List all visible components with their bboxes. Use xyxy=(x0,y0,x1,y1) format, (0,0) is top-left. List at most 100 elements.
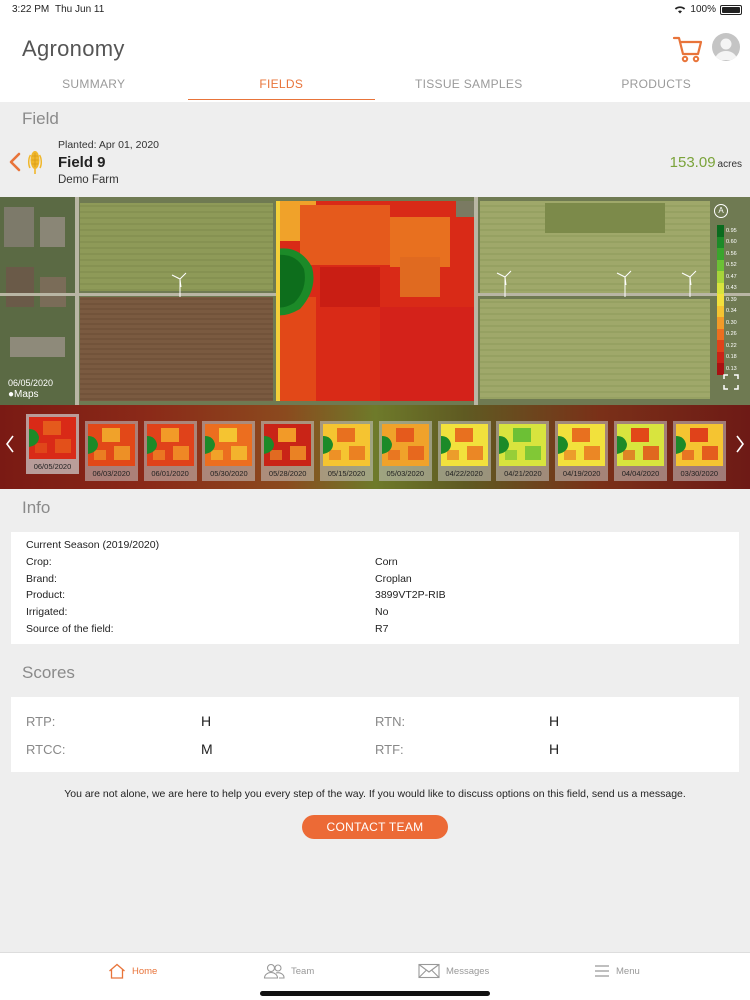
nav-label: Messages xyxy=(446,965,490,977)
season-row: Current Season (2019/2020) xyxy=(26,539,724,556)
imagery-thumbnail[interactable]: 05/03/2020 xyxy=(378,421,432,481)
imagery-thumbnail[interactable]: 06/01/2020 xyxy=(143,421,197,481)
thumbnail-date: 05/15/2020 xyxy=(327,469,366,478)
nav-home[interactable]: Home xyxy=(108,963,157,979)
imagery-thumbnail[interactable]: 04/21/2020 xyxy=(496,421,550,481)
thumbnail-image xyxy=(146,424,194,466)
legend-swatch xyxy=(717,236,724,248)
imagery-thumbnail[interactable]: 04/19/2020 xyxy=(555,421,609,481)
info-label: Irrigated: xyxy=(26,606,68,619)
thumbnail-date: 04/19/2020 xyxy=(562,469,601,478)
score-value: H xyxy=(549,713,560,729)
imagery-thumbnail[interactable]: 05/15/2020 xyxy=(320,421,373,481)
legend-swatch xyxy=(717,271,724,283)
tab-products[interactable]: PRODUCTS xyxy=(563,68,750,102)
legend-value: 0.52 xyxy=(726,262,737,269)
info-label: Product: xyxy=(26,589,66,602)
legend-row: 0.26 xyxy=(717,328,743,340)
score-label: RTP: xyxy=(26,714,56,729)
cart-icon[interactable] xyxy=(672,32,704,64)
thumbnail-date: 04/04/2020 xyxy=(621,469,660,478)
scores-section-title: Scores xyxy=(22,663,75,682)
thumbnail-date: 05/03/2020 xyxy=(386,469,425,478)
info-row: Crop: Corn xyxy=(26,556,724,573)
nav-team[interactable]: Team xyxy=(263,963,314,979)
status-time: 3:22 PM xyxy=(12,4,50,15)
legend-badge[interactable]: A xyxy=(714,204,728,218)
nav-label: Menu xyxy=(616,965,640,977)
planted-date: Planted: Apr 01, 2020 xyxy=(58,139,159,151)
imagery-thumbnail[interactable]: 06/05/2020 xyxy=(26,414,79,474)
legend-row: 0.60 xyxy=(717,236,743,248)
info-label: Brand: xyxy=(26,572,57,585)
info-value: 3899VT2P-RIB xyxy=(375,589,446,602)
thumbnail-image xyxy=(205,424,253,466)
tab-tissue-samples[interactable]: TISSUE SAMPLES xyxy=(375,68,563,102)
info-section-title: Info xyxy=(22,498,51,517)
thumbnail-image xyxy=(499,424,547,466)
back-chevron-icon[interactable] xyxy=(8,152,22,172)
legend-row: 0.47 xyxy=(717,271,743,283)
legend-swatch xyxy=(717,351,724,363)
thumbnail-date: 06/01/2020 xyxy=(151,469,189,478)
info-label: Source of the field: xyxy=(26,622,114,635)
imagery-thumbnail[interactable]: 06/03/2020 xyxy=(84,421,138,481)
tab-fields[interactable]: FIELDS xyxy=(187,68,376,102)
legend-value: 0.18 xyxy=(726,354,737,361)
legend-row: 0.30 xyxy=(717,317,743,329)
home-indicator xyxy=(260,991,490,996)
legend-value: 0.95 xyxy=(726,227,737,234)
legend-row: 0.56 xyxy=(717,248,743,260)
thumbnail-image xyxy=(440,424,488,466)
strip-prev-icon[interactable] xyxy=(4,433,16,455)
info-value: No xyxy=(375,606,389,619)
legend-row: 0.39 xyxy=(717,294,743,306)
nav-messages[interactable]: Messages xyxy=(418,963,489,979)
thumbnail-date: 05/30/2020 xyxy=(210,469,248,478)
app-title: Agronomy xyxy=(22,36,125,61)
imagery-thumbnail[interactable]: 04/04/2020 xyxy=(614,421,667,481)
nav-label: Team xyxy=(291,965,315,977)
status-right: 100% xyxy=(674,4,742,15)
legend-row: 0.34 xyxy=(717,305,743,317)
field-name: Field 9 xyxy=(58,154,106,171)
farm-name: Demo Farm xyxy=(58,174,119,186)
thumbnail-date: 06/03/2020 xyxy=(92,469,131,478)
satellite-map-image xyxy=(0,197,750,405)
legend-swatch xyxy=(717,305,724,317)
score-label: RTCC: xyxy=(26,742,66,757)
imagery-thumbnail[interactable]: 03/30/2020 xyxy=(672,421,726,481)
legend-row: 0.95 xyxy=(717,225,743,237)
map-date: 06/05/2020 xyxy=(8,378,54,388)
field-section-title: Field xyxy=(22,109,59,128)
thumbnail-image xyxy=(675,424,723,466)
imagery-thumbnail[interactable]: 04/22/2020 xyxy=(437,421,491,481)
team-icon xyxy=(263,963,285,979)
score-label: RTN: xyxy=(375,714,406,729)
imagery-thumbnail[interactable]: 05/28/2020 xyxy=(261,421,315,481)
battery-percent: 100% xyxy=(690,4,716,15)
tab-summary[interactable]: SUMMARY xyxy=(0,68,188,102)
legend-value: 0.56 xyxy=(726,250,737,257)
nav-menu[interactable]: Menu xyxy=(594,963,640,979)
field-map[interactable]: A 0.95 0.60 0.56 0.52 0.47 0.43 0.39 0.34 0.30 0.… xyxy=(0,197,750,405)
strip-next-icon[interactable] xyxy=(734,433,746,455)
legend-swatch xyxy=(717,259,724,271)
app-header: Agronomy xyxy=(0,20,750,68)
contact-team-button[interactable]: CONTACT TEAM xyxy=(302,815,448,839)
ndvi-legend: 0.95 0.60 0.56 0.52 0.47 0.43 0.39 0.34 0.30 0.26… xyxy=(717,225,743,375)
acres-unit: acres xyxy=(717,159,742,170)
expand-icon[interactable] xyxy=(722,373,740,391)
legend-swatch xyxy=(717,328,724,340)
legend-value: 0.47 xyxy=(726,273,737,280)
legend-row: 0.18 xyxy=(717,351,743,363)
user-avatar-icon[interactable] xyxy=(712,33,740,61)
maps-attribution-text: Maps xyxy=(14,389,39,400)
info-value: Croplan xyxy=(375,572,412,585)
season-label: Current Season (2019/2020) xyxy=(26,539,160,551)
imagery-thumbnail[interactable]: 05/30/2020 xyxy=(202,421,256,481)
score-value: H xyxy=(201,713,212,729)
acres-value: 153.09 xyxy=(669,154,716,171)
legend-swatch xyxy=(717,294,724,306)
legend-value: 0.30 xyxy=(726,319,737,326)
